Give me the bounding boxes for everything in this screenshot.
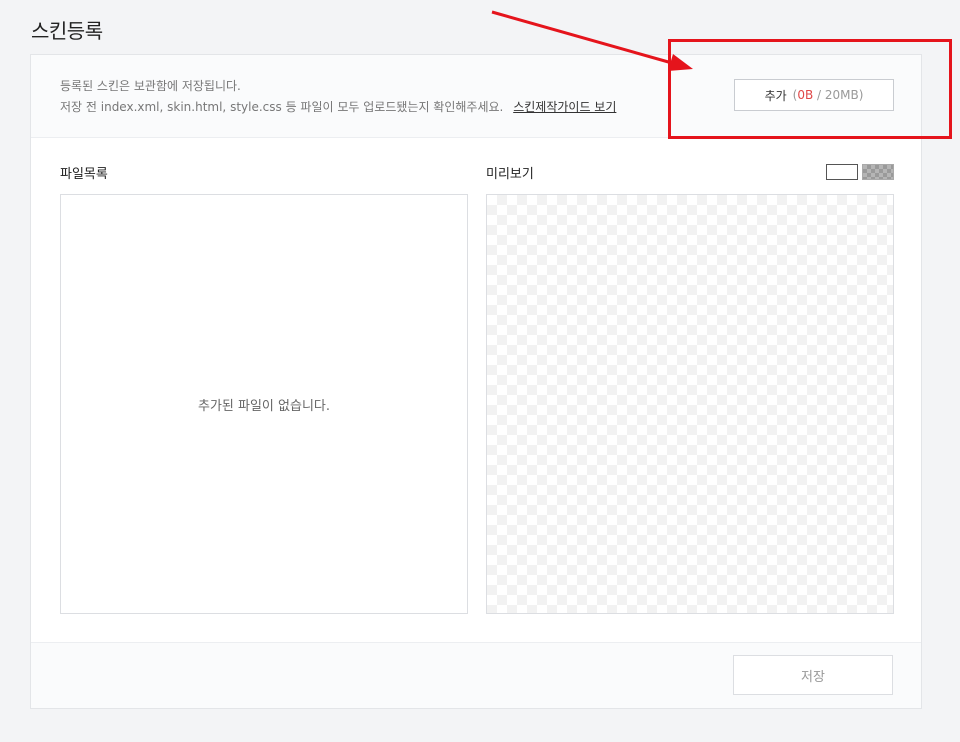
page-title: 스킨등록	[31, 19, 103, 43]
preview-title: 미리보기	[486, 167, 534, 182]
info-text-2: 저장 전 index.xml, skin.html, style.css 등 파…	[60, 98, 616, 115]
file-list-title: 파일목록	[60, 167, 108, 182]
checker-background-toggle[interactable]	[862, 164, 894, 180]
save-button[interactable]: 저장	[733, 655, 893, 695]
empty-file-message: 추가된 파일이 없습니다.	[198, 398, 330, 414]
skin-guide-link[interactable]: 스킨제작가이드 보기	[513, 100, 616, 114]
info-text-1: 등록된 스킨은 보관함에 저장됩니다.	[60, 79, 241, 93]
file-list-area: 추가된 파일이 없습니다.	[60, 194, 468, 614]
skin-upload-panel: 등록된 스킨은 보관함에 저장됩니다. 저장 전 index.xml, skin…	[30, 54, 922, 709]
info-text-2-body: 저장 전 index.xml, skin.html, style.css 등 파…	[60, 100, 504, 114]
footer-bar: 저장	[31, 642, 921, 708]
annotation-highlight-box	[668, 39, 952, 139]
preview-area	[486, 194, 894, 614]
white-background-toggle[interactable]	[826, 164, 858, 180]
